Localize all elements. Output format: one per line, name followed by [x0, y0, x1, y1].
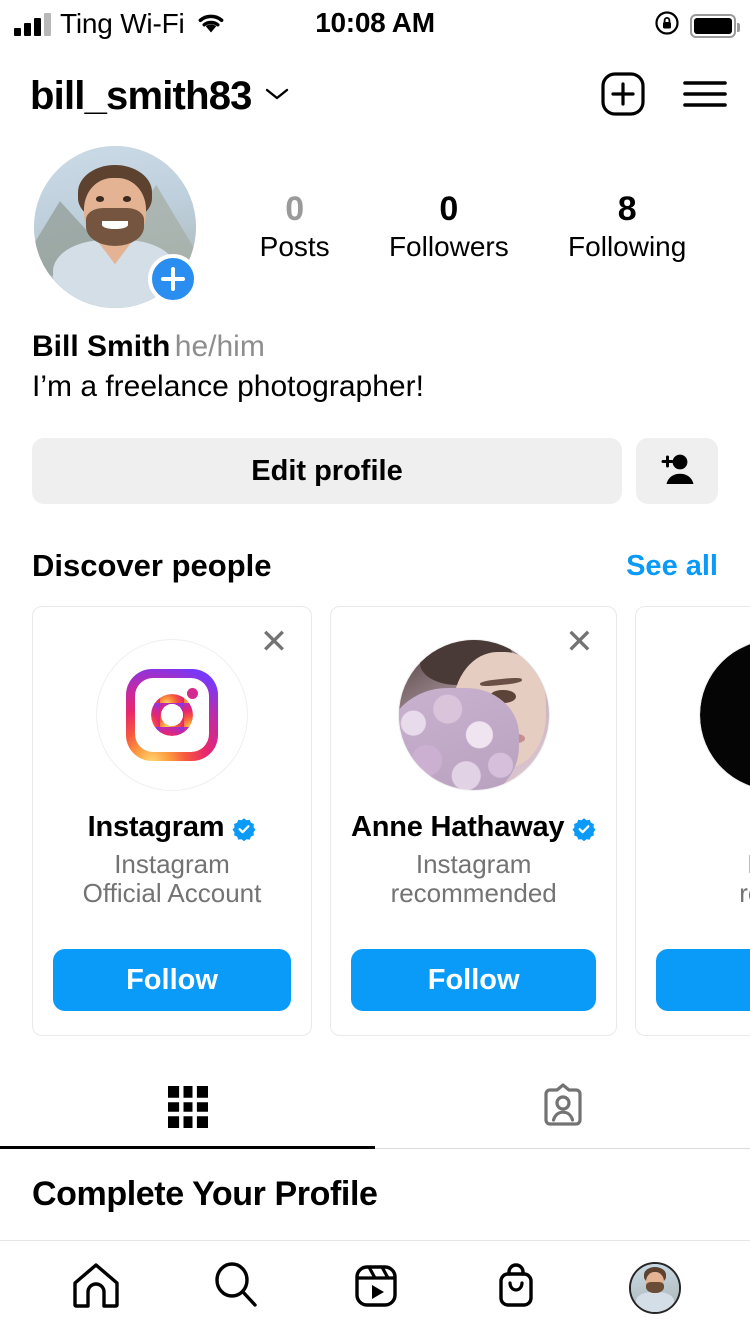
edit-profile-button[interactable]: Edit profile: [32, 438, 622, 504]
profile-bio: Bill Smith he/him I’m a freelance photog…: [0, 308, 750, 404]
discover-people-title: Discover people: [32, 548, 272, 583]
follow-button[interactable]: Follow: [351, 949, 597, 1011]
hamburger-menu-icon[interactable]: [682, 76, 728, 117]
reels-icon: [349, 1258, 403, 1317]
instagram-profile-screen: Ting Wi-Fi 10:08 AM bill_smith83 0 Posts…: [0, 0, 750, 1334]
search-nav[interactable]: [209, 1258, 263, 1317]
stat-followers[interactable]: 0 Followers: [389, 189, 509, 266]
rotation-lock-icon: [654, 10, 680, 41]
stat-following-count: 8: [617, 189, 637, 228]
avatar-container: [34, 146, 198, 308]
discover-card[interactable]: ✕ Anne Hathaway Instagram recommended Fo…: [330, 606, 618, 1036]
avatar-photo: [700, 640, 750, 790]
home-icon: [69, 1258, 123, 1317]
avatar-photo: [398, 640, 549, 790]
stat-following-label: Following: [568, 230, 687, 262]
card-subtitle-line1: Instagram: [415, 849, 532, 879]
shop-nav[interactable]: [489, 1258, 543, 1317]
status-bar: Ting Wi-Fi 10:08 AM: [0, 0, 750, 58]
discover-people-header: Discover people See all: [0, 504, 750, 584]
top-bar: bill_smith83: [0, 58, 750, 134]
card-subtitle-line1: Insta: [656, 849, 750, 879]
follow-button[interactable]: Follow: [53, 949, 291, 1011]
instagram-logo-icon: [126, 669, 218, 761]
card-subtitle-line2: recom: [739, 878, 750, 909]
card-subtitle: Instagram recommended: [351, 849, 596, 909]
card-name: Anne Hathaway: [351, 811, 565, 843]
add-person-button[interactable]: [636, 438, 718, 504]
profile-avatar-icon: [629, 1261, 681, 1314]
add-story-plus-icon[interactable]: [148, 254, 198, 304]
home-nav[interactable]: [69, 1258, 123, 1317]
card-avatar[interactable]: [96, 639, 248, 791]
card-subtitle: Insta recom: [656, 849, 750, 909]
stat-followers-label: Followers: [388, 230, 509, 262]
shop-bag-icon: [489, 1258, 543, 1317]
close-x-icon[interactable]: ✕: [562, 625, 596, 659]
stat-posts-count: 0: [285, 189, 305, 228]
card-name-row: Instagram: [53, 811, 291, 844]
tagged-tab[interactable]: [375, 1070, 750, 1148]
account-switcher[interactable]: bill_smith83: [30, 74, 290, 119]
bio-name-row: Bill Smith he/him: [32, 330, 718, 364]
clock-label: 10:08 AM: [315, 7, 435, 38]
profile-nav[interactable]: [629, 1261, 681, 1314]
tagged-person-icon: [540, 1082, 586, 1137]
stat-following[interactable]: 8 Following: [568, 189, 686, 266]
card-name-row: Anne Hathaway: [351, 811, 596, 844]
card-subtitle-line2: Official Account: [82, 878, 262, 909]
bio-text: I’m a freelance photographer!: [32, 370, 424, 403]
page-title: bill_smith83: [30, 73, 252, 118]
verified-badge-icon: [572, 816, 596, 841]
discover-people-carousel[interactable]: ✕ Instagram Instagram Official Account F…: [0, 584, 750, 1036]
card-name-row: G: [656, 811, 750, 844]
bottom-navigation: [0, 1240, 750, 1334]
new-post-plus-icon[interactable]: [600, 71, 646, 122]
complete-profile-title: Complete Your Profile: [32, 1175, 378, 1213]
stat-followers-count: 0: [439, 189, 459, 228]
card-avatar[interactable]: [699, 639, 750, 791]
status-bar-right: [654, 10, 740, 41]
top-bar-actions: [600, 71, 728, 122]
battery-full-icon: [690, 13, 740, 38]
card-subtitle-line2: recommended: [390, 878, 557, 909]
display-name: Bill Smith: [32, 330, 171, 363]
card-avatar[interactable]: [397, 639, 550, 791]
search-icon: [209, 1258, 263, 1317]
grid-tab[interactable]: [0, 1070, 375, 1149]
complete-profile-section: Complete Your Profile: [0, 1149, 750, 1214]
stat-posts[interactable]: 0 Posts: [260, 189, 330, 266]
profile-stats: 0 Posts 0 Followers 8 Following: [196, 189, 720, 266]
discover-card[interactable]: ✕ Instagram Instagram Official Account F…: [32, 606, 312, 1036]
card-name: Instagram: [87, 811, 225, 843]
card-subtitle: Instagram Official Account: [53, 849, 291, 909]
profile-header: 0 Posts 0 Followers 8 Following: [0, 134, 750, 308]
discover-card[interactable]: G Insta recom Fo: [635, 606, 750, 1036]
grid-icon: [166, 1082, 210, 1137]
profile-actions: Edit profile: [0, 404, 750, 504]
chevron-down-icon: [264, 85, 290, 108]
follow-button[interactable]: Fo: [656, 949, 750, 1011]
add-person-icon: [657, 451, 697, 492]
reels-nav[interactable]: [349, 1258, 403, 1317]
see-all-link[interactable]: See all: [626, 550, 718, 583]
pronouns: he/him: [174, 330, 265, 363]
profile-tabs: [0, 1070, 750, 1149]
close-x-icon[interactable]: ✕: [257, 625, 291, 659]
card-subtitle-line1: Instagram: [114, 849, 230, 879]
verified-badge-icon: [232, 816, 256, 841]
stat-posts-label: Posts: [259, 230, 330, 262]
